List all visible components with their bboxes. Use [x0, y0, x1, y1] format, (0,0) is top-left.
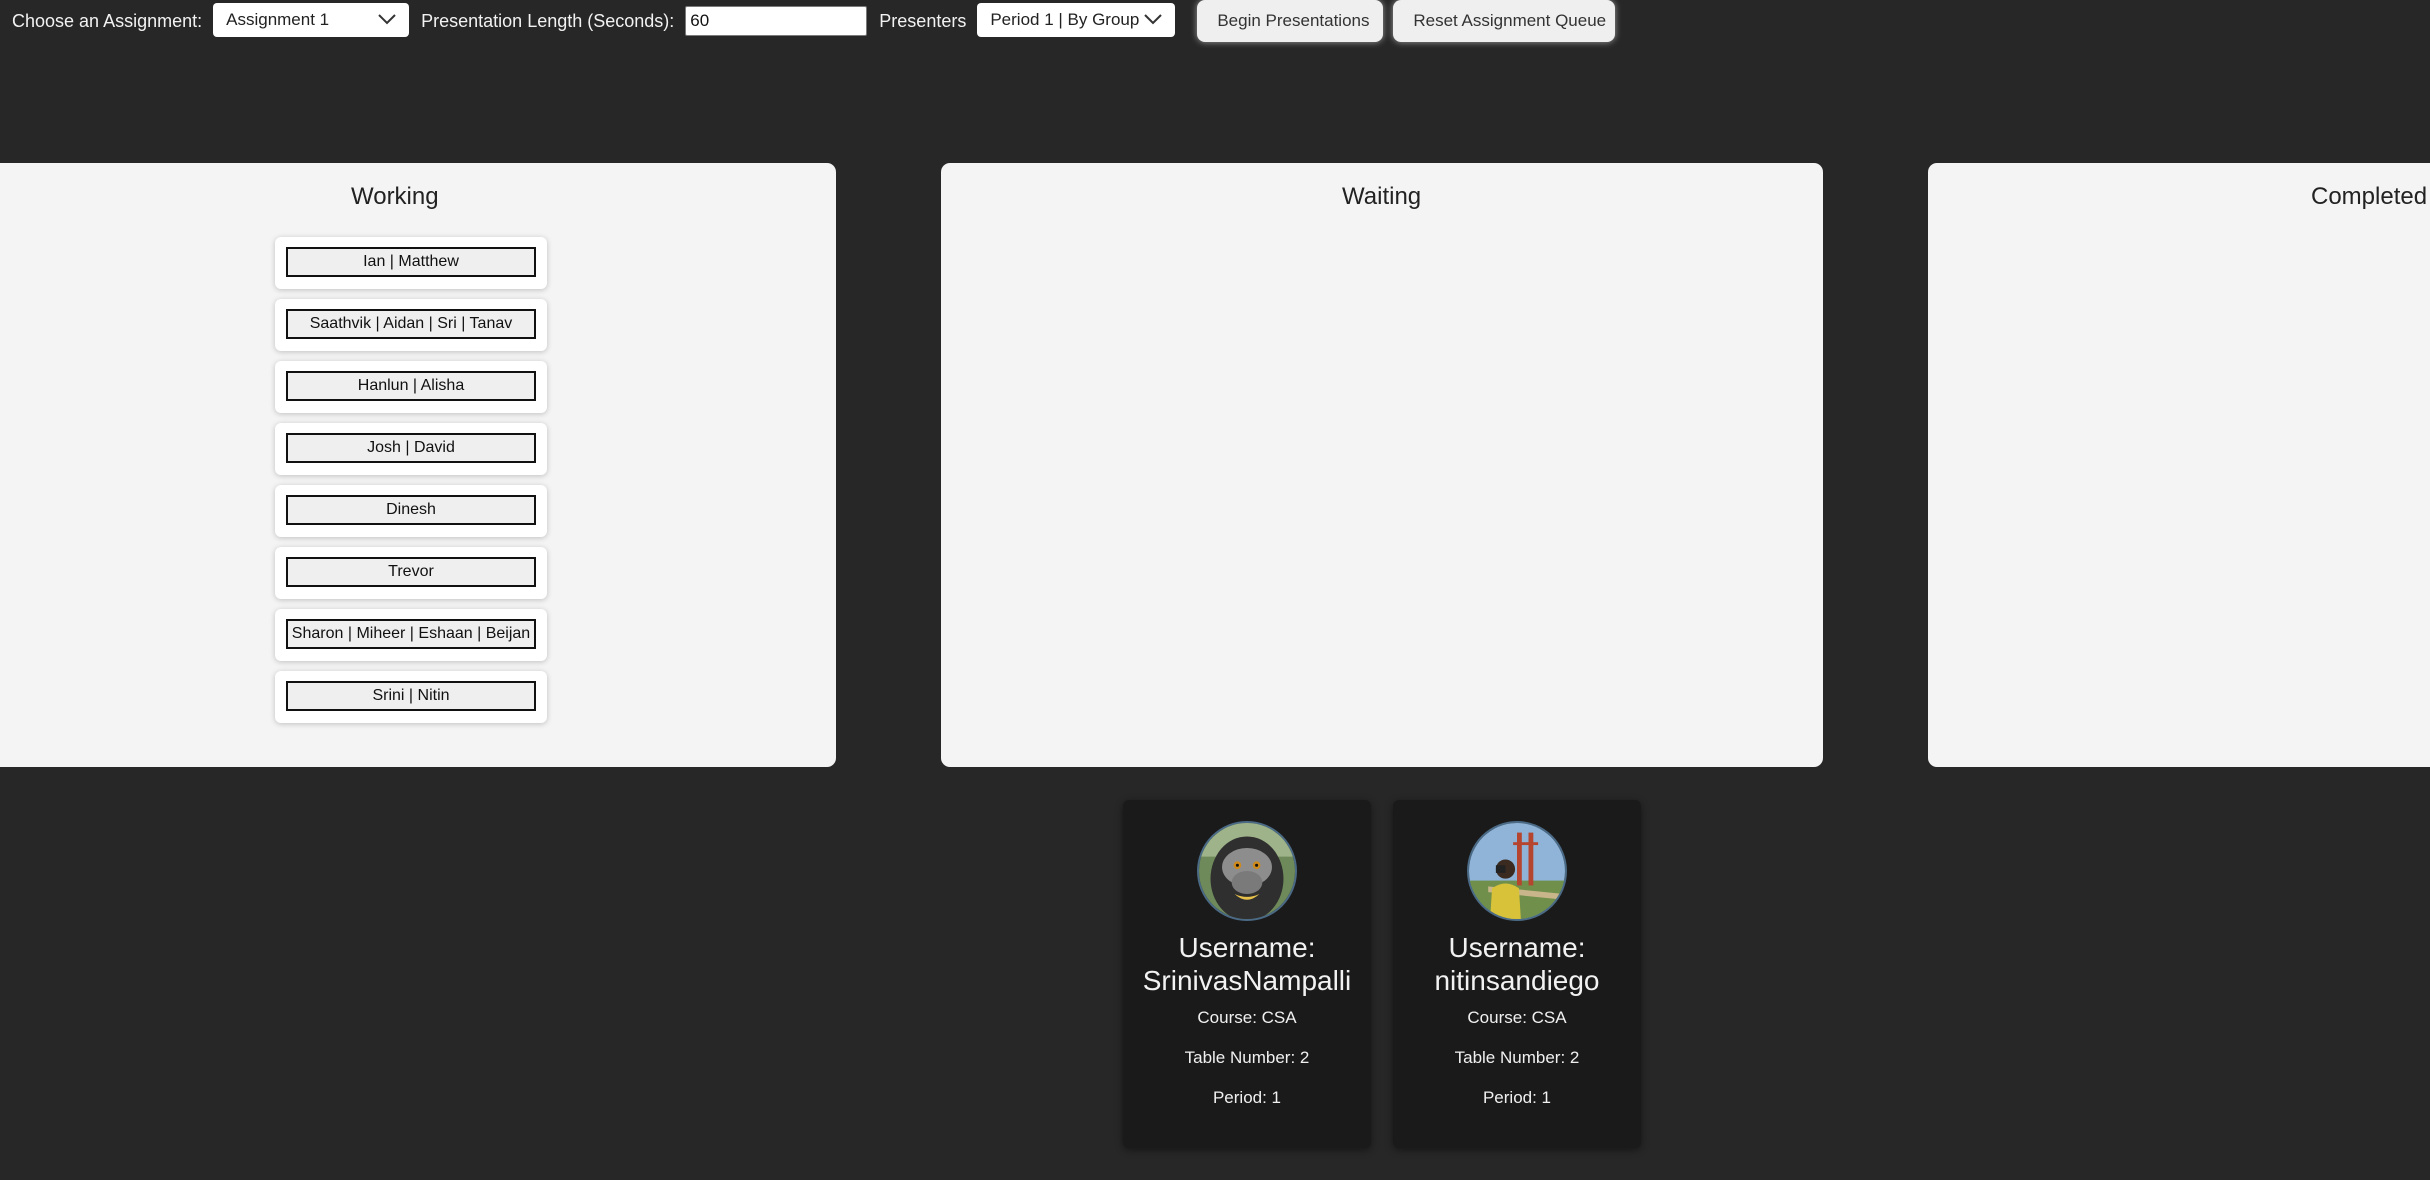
avatar [1197, 821, 1297, 921]
avatar [1467, 821, 1567, 921]
monkey-avatar-icon [1199, 823, 1295, 919]
period-text: Period: 1 [1482, 1088, 1552, 1107]
waiting-column: Waiting [941, 163, 1823, 767]
presentation-queue-page: Choose an Assignment: Assignment 1 Prese… [0, 0, 2430, 1180]
group-button[interactable]: Hanlun | Alisha [286, 371, 536, 401]
assignment-select[interactable]: Assignment 1 [213, 3, 410, 37]
profile-card: Username: SrinivasNampalli Course: CSA T… [1123, 800, 1371, 1148]
profile-card: Username: nitinsandiego Course: CSA Tabl… [1393, 800, 1641, 1148]
working-column: Working Ian | Matthew Saathvik | Aidan |… [0, 163, 836, 767]
assignment-label: Choose an Assignment: [12, 10, 203, 31]
presentation-length-input[interactable] [685, 6, 868, 36]
group-card: Trevor [275, 547, 547, 599]
group-button[interactable]: Trevor [286, 557, 536, 587]
username-value: SrinivasNampalli [1142, 965, 1352, 996]
presenters-select-value: Period 1 | By Group [990, 10, 1140, 29]
toolbar: Choose an Assignment: Assignment 1 Prese… [0, 0, 1616, 42]
presenters-select[interactable]: Period 1 | By Group [977, 3, 1176, 37]
group-button[interactable]: Dinesh [286, 495, 536, 525]
username: Username: SrinivasNampalli [1123, 931, 1371, 997]
username-value: nitinsandiego [1434, 965, 1600, 996]
group-button[interactable]: Srini | Nitin [286, 681, 536, 711]
group-button[interactable]: Josh | David [286, 433, 536, 463]
username-label: Username: [1178, 932, 1316, 963]
table-number-text: Table Number: 2 [1454, 1048, 1580, 1067]
begin-presentations-button[interactable]: Begin Presentations [1197, 0, 1384, 42]
period-text: Period: 1 [1212, 1088, 1282, 1107]
group-card: Josh | David [275, 423, 547, 475]
group-card: Hanlun | Alisha [275, 361, 547, 413]
group-button[interactable]: Sharon | Miheer | Eshaan | Beijan [286, 619, 536, 649]
course-text: Course: CSA [1467, 1008, 1567, 1027]
group-card: Saathvik | Aidan | Sri | Tanav [275, 299, 547, 351]
group-card: Srini | Nitin [275, 671, 547, 723]
waiting-column-title: Waiting [1342, 183, 1422, 210]
username: Username: nitinsandiego [1393, 931, 1641, 997]
username-label: Username: [1448, 932, 1586, 963]
chevron-down-icon [378, 14, 396, 25]
working-column-title: Working [351, 183, 439, 210]
completed-column-title: Completed [2311, 183, 2428, 210]
chevron-down-icon [1144, 14, 1163, 25]
group-card: Ian | Matthew [275, 237, 547, 289]
course-text: Course: CSA [1197, 1008, 1297, 1027]
person-photo-avatar-icon [1469, 823, 1565, 919]
group-button[interactable]: Ian | Matthew [286, 247, 536, 277]
group-button[interactable]: Saathvik | Aidan | Sri | Tanav [286, 309, 536, 339]
group-card: Dinesh [275, 485, 547, 537]
group-card: Sharon | Miheer | Eshaan | Beijan [275, 609, 547, 661]
reset-assignment-queue-button[interactable]: Reset Assignment Queue [1393, 0, 1616, 42]
assignment-select-value: Assignment 1 [226, 10, 330, 29]
presentation-length-label: Presentation Length (Seconds): [421, 10, 675, 31]
table-number-text: Table Number: 2 [1184, 1048, 1310, 1067]
completed-column: Completed [1928, 163, 2430, 767]
presenters-label: Presenters [879, 10, 967, 31]
